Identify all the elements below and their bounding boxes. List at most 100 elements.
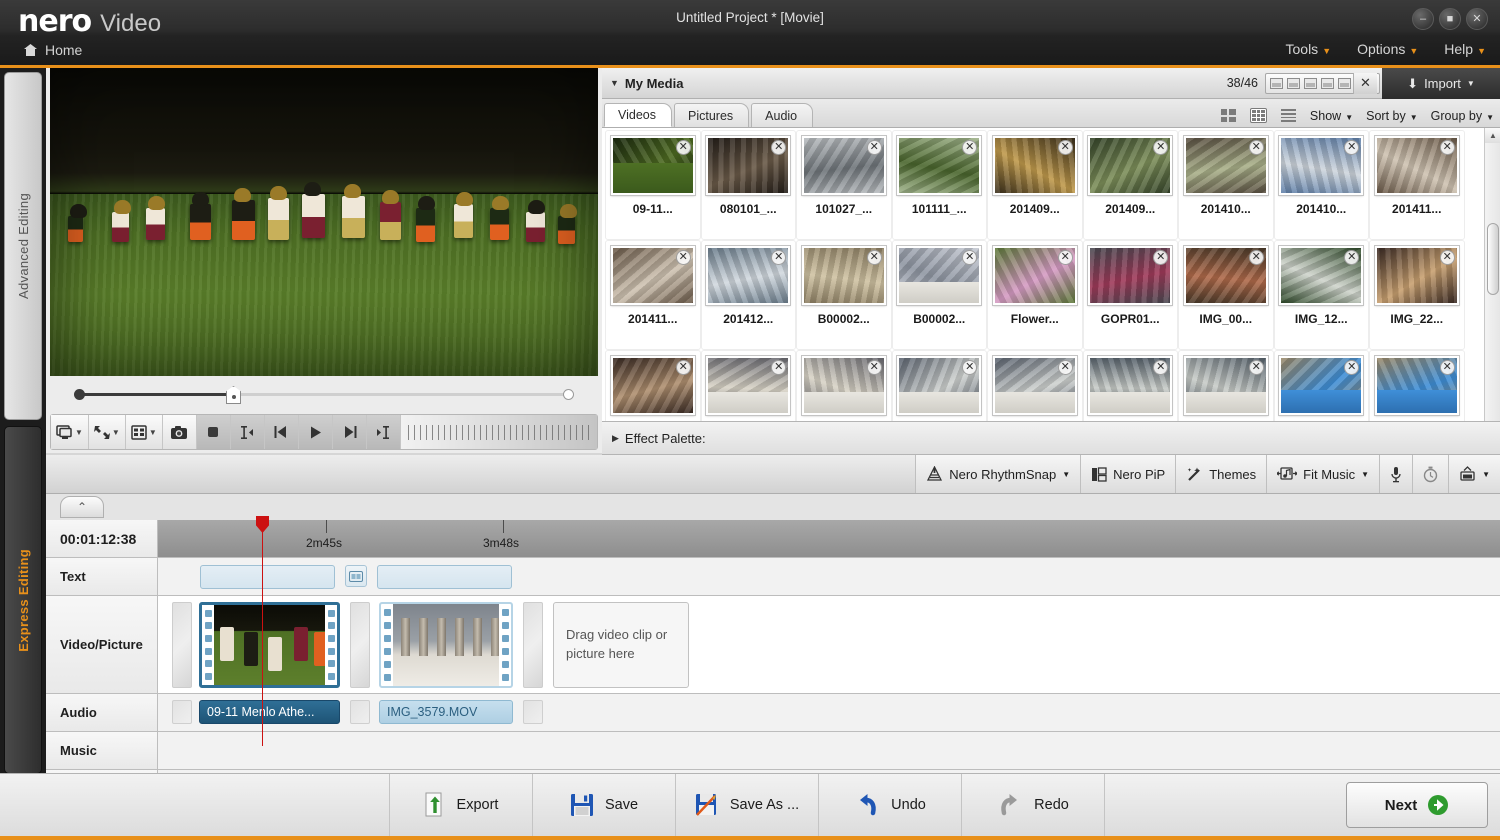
window-preset-3-icon[interactable] — [1304, 78, 1317, 89]
media-thumbnail[interactable]: ✕ — [1375, 356, 1459, 415]
home-button[interactable]: Home — [18, 40, 87, 60]
media-item[interactable]: ✕ — [605, 350, 701, 421]
save-button[interactable]: Save — [533, 774, 676, 836]
medium-thumbnails-icon[interactable] — [1250, 108, 1267, 123]
preview-scrubber[interactable] — [50, 380, 598, 408]
menu-tools[interactable]: Tools▼ — [1286, 41, 1332, 57]
audio-clip-1[interactable]: 09-11 Menlo Athe... — [199, 700, 340, 724]
video-clip-2[interactable] — [379, 602, 513, 688]
sort-by-dropdown[interactable]: Sort by▼ — [1366, 109, 1418, 123]
text-clip-1[interactable] — [200, 565, 335, 589]
remove-media-icon[interactable]: ✕ — [1249, 360, 1264, 375]
media-item[interactable]: ✕ — [1274, 350, 1370, 421]
volume-slider[interactable] — [401, 415, 597, 449]
media-item[interactable]: ✕101027_... — [796, 130, 892, 240]
show-dropdown[interactable]: Show▼ — [1310, 109, 1353, 123]
redo-button[interactable]: Redo — [962, 774, 1105, 836]
minimize-button[interactable]: – — [1412, 8, 1434, 30]
import-button[interactable]: ⬇ Import ▼ — [1382, 68, 1500, 99]
timeline-playhead[interactable] — [262, 520, 263, 746]
undo-button[interactable]: Undo — [819, 774, 962, 836]
fullscreen-button[interactable]: ▼ — [89, 415, 126, 449]
media-thumbnail[interactable]: ✕ — [611, 356, 695, 415]
media-thumbnail[interactable]: ✕ — [897, 246, 981, 305]
remove-media-icon[interactable]: ✕ — [1058, 140, 1073, 155]
window-preset-4-icon[interactable] — [1321, 78, 1334, 89]
media-thumbnail[interactable]: ✕ — [1279, 246, 1363, 305]
remove-media-icon[interactable]: ✕ — [676, 360, 691, 375]
remove-media-icon[interactable]: ✕ — [1440, 360, 1455, 375]
display-mode-button[interactable]: ▼ — [51, 415, 89, 449]
nero-rhythmsnap-button[interactable]: Nero RhythmSnap ▼ — [915, 455, 1080, 493]
media-thumbnail[interactable]: ✕ — [1184, 246, 1268, 305]
tab-audio[interactable]: Audio — [751, 103, 813, 127]
media-thumbnail[interactable]: ✕ — [1088, 246, 1172, 305]
transition-slot-right[interactable] — [523, 602, 543, 688]
audio-slot-middle[interactable] — [350, 700, 370, 724]
duration-button[interactable] — [1412, 455, 1448, 493]
media-item[interactable]: ✕ — [892, 350, 988, 421]
remove-media-icon[interactable]: ✕ — [1249, 250, 1264, 265]
media-thumbnail[interactable]: ✕ — [1184, 356, 1268, 415]
themes-button[interactable]: Themes — [1175, 455, 1266, 493]
media-item[interactable]: ✕201409... — [1083, 130, 1179, 240]
media-item[interactable]: ✕201412... — [701, 240, 797, 350]
media-thumbnail[interactable]: ✕ — [897, 356, 981, 415]
text-transition-icon[interactable] — [345, 565, 367, 587]
my-media-title[interactable]: ▼ My Media — [610, 76, 683, 91]
snapshot-button[interactable] — [163, 415, 197, 449]
media-item[interactable]: ✕ — [796, 350, 892, 421]
audio-slot-left[interactable] — [172, 700, 192, 724]
mark-in-button[interactable] — [231, 415, 265, 449]
media-item[interactable]: ✕201410... — [1274, 130, 1370, 240]
record-narration-button[interactable] — [1379, 455, 1412, 493]
mode-tab-advanced-editing[interactable]: Advanced Editing — [4, 72, 42, 420]
ruler-surface[interactable]: 2m45s 3m48s — [158, 520, 1500, 557]
close-panel-icon[interactable]: ✕ — [1353, 73, 1377, 94]
media-item[interactable]: ✕101111_... — [892, 130, 988, 240]
remove-media-icon[interactable]: ✕ — [867, 250, 882, 265]
stop-button[interactable] — [197, 415, 231, 449]
media-item[interactable]: ✕B00002... — [796, 240, 892, 350]
media-item[interactable]: ✕IMG_22... — [1369, 240, 1465, 350]
close-button[interactable]: ✕ — [1466, 8, 1488, 30]
scrubber-track[interactable] — [78, 393, 568, 396]
media-thumbnail[interactable]: ✕ — [1375, 246, 1459, 305]
transition-slot-middle[interactable] — [350, 602, 370, 688]
window-preset-1-icon[interactable] — [1270, 78, 1283, 89]
media-thumbnail[interactable]: ✕ — [802, 136, 886, 195]
effect-palette-bar[interactable]: ▶ Effect Palette: — [602, 421, 1500, 455]
scroll-up-icon[interactable]: ▲ — [1485, 128, 1500, 143]
group-by-dropdown[interactable]: Group by▼ — [1431, 109, 1494, 123]
media-item[interactable]: ✕ — [1178, 350, 1274, 421]
media-item[interactable]: ✕ — [701, 350, 797, 421]
previous-frame-button[interactable] — [265, 415, 299, 449]
audio-clip-2[interactable]: IMG_3579.MOV — [379, 700, 513, 724]
window-preset-2-icon[interactable] — [1287, 78, 1300, 89]
media-thumbnail[interactable]: ✕ — [706, 136, 790, 195]
video-preview[interactable] — [50, 68, 598, 376]
media-thumbnail[interactable]: ✕ — [993, 246, 1077, 305]
media-thumbnail[interactable]: ✕ — [706, 246, 790, 305]
timeline-ruler[interactable]: 2m45s 3m48s — [158, 520, 1500, 557]
remove-media-icon[interactable]: ✕ — [1058, 250, 1073, 265]
scrubber-handle[interactable] — [226, 386, 241, 404]
media-thumbnail[interactable]: ✕ — [897, 136, 981, 195]
maximize-button[interactable]: ■ — [1439, 8, 1461, 30]
remove-media-icon[interactable]: ✕ — [1440, 140, 1455, 155]
remove-media-icon[interactable]: ✕ — [867, 360, 882, 375]
media-thumbnail[interactable]: ✕ — [611, 136, 695, 195]
details-list-icon[interactable] — [1280, 108, 1297, 123]
media-item[interactable]: ✕201411... — [605, 240, 701, 350]
menu-help[interactable]: Help▼ — [1444, 41, 1486, 57]
menu-options[interactable]: Options▼ — [1357, 41, 1418, 57]
media-item[interactable]: ✕09-11... — [605, 130, 701, 240]
timeline-collapse-button[interactable]: ⌃ — [60, 496, 104, 518]
media-thumbnail[interactable]: ✕ — [1088, 136, 1172, 195]
remove-media-icon[interactable]: ✕ — [1249, 140, 1264, 155]
media-item[interactable]: ✕201411... — [1369, 130, 1465, 240]
large-thumbnails-icon[interactable] — [1220, 108, 1237, 123]
media-scrollbar[interactable]: ▲ — [1484, 128, 1500, 421]
transition-slot-left[interactable] — [172, 602, 192, 688]
media-item[interactable]: ✕201410... — [1178, 130, 1274, 240]
